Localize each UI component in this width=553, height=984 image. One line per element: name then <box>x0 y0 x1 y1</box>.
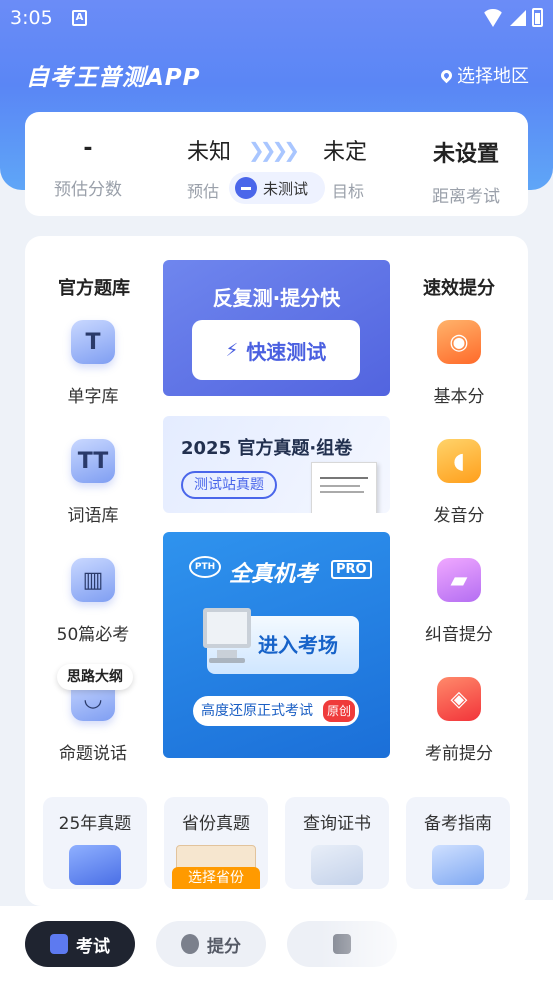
lightning-icon: ⚡ <box>225 339 239 361</box>
estimated-score-label: 预估分数 <box>54 180 122 200</box>
target-status-value: 未定 <box>322 140 367 165</box>
papers-2025-label: 25年真题 <box>58 814 132 834</box>
quick-test-button-label: 快速测试 <box>246 339 327 364</box>
word-bank-label: 词语库 <box>67 506 119 526</box>
double-t-icon: TT <box>71 439 115 483</box>
exam-countdown-value: 未设置 <box>432 142 499 167</box>
exam-guide-label: 备考指南 <box>424 814 492 834</box>
exam-book-image <box>311 462 377 513</box>
select-province-badge[interactable]: 选择省份 <box>172 867 260 889</box>
score-card[interactable]: - 预估分数 未知 ❯❯❯❯ 未定 预估 未测试 目标 未设置 距离考试 <box>25 112 528 216</box>
location-pin-icon <box>438 67 455 83</box>
official-bank-heading: 官方题库 <box>58 278 130 299</box>
tab-exam[interactable]: 考试 <box>25 921 135 967</box>
select-region-button[interactable]: 选择地区 <box>438 62 529 88</box>
exam-guide-card[interactable]: 备考指南 <box>406 797 510 889</box>
certificate-stamp-icon <box>311 845 363 885</box>
app-title: 自考王普测APP <box>26 65 201 91</box>
single-char-bank[interactable]: T 单字库 <box>38 320 148 407</box>
exam-subtitle-pill: 高度还原正式考试 原创 <box>193 696 359 726</box>
basic-score-label: 基本分 <box>433 387 485 407</box>
fifty-passages[interactable]: ▥ 50篇必考 <box>38 558 148 645</box>
pre-exam-score-label: 考前提分 <box>425 744 493 764</box>
pth-logo: PTH <box>189 556 221 578</box>
lips-icon: ◉ <box>437 320 481 364</box>
minus-circle-icon <box>235 177 257 199</box>
exam-tab-icon <box>50 934 68 954</box>
topic-speaking-label: 命题说话 <box>59 744 127 764</box>
status-bar: 3:05 A <box>0 0 553 38</box>
topic-speaking[interactable]: ◡ 命题说话 <box>38 677 148 764</box>
tab-improve[interactable]: 提分 <box>156 921 266 967</box>
official-papers-banner[interactable]: 2025 官方真题·组卷 测试站真题 <box>163 416 390 513</box>
original-tag: 原创 <box>323 700 355 722</box>
correction-score-label: 纠音提分 <box>425 625 493 645</box>
letter-t-icon: T <box>71 320 115 364</box>
official-papers-title: 2025 官方真题·组卷 <box>181 438 353 459</box>
certificate-query-label: 查询证书 <box>303 814 371 834</box>
scroll-fade-overlay <box>320 900 553 984</box>
sound-bubble-icon: ◖ <box>437 439 481 483</box>
untested-label: 未测试 <box>263 179 309 198</box>
status-time: 3:05 <box>10 7 53 29</box>
guide-play-icon <box>432 845 484 885</box>
battery-icon <box>532 8 543 27</box>
estimate-status-value: 未知 <box>186 140 231 165</box>
basic-score[interactable]: ◉ 基本分 <box>404 320 514 407</box>
eraser-icon: ▰ <box>437 558 481 602</box>
pronunciation-score-label: 发音分 <box>433 506 485 526</box>
pre-exam-score[interactable]: ◈ 考前提分 <box>404 677 514 764</box>
target-small-label: 目标 <box>332 182 365 201</box>
book-icon: ▥ <box>71 558 115 602</box>
exam-countdown: 未设置 距离考试 <box>421 136 511 207</box>
province-papers-label: 省份真题 <box>182 814 250 834</box>
computer-monitor-icon <box>203 608 251 648</box>
quick-test-banner-title: 反复测·提分快 <box>212 286 341 310</box>
tag-icon: ◈ <box>437 677 481 721</box>
target-status: 未定 <box>315 134 375 166</box>
quick-test-banner[interactable]: 反复测·提分快 ⚡ 快速测试 <box>163 260 390 396</box>
correction-score[interactable]: ▰ 纠音提分 <box>404 558 514 645</box>
official-papers-tag: 测试站真题 <box>181 471 277 499</box>
estimate-small-label: 预估 <box>187 182 220 201</box>
tab-improve-label: 提分 <box>207 936 241 957</box>
outline-tooltip: 思路大纲 <box>57 664 133 690</box>
exam-subtitle: 高度还原正式考试 <box>201 703 313 719</box>
monitor-base <box>209 658 245 663</box>
certificate-query-card[interactable]: 查询证书 <box>285 797 389 889</box>
pronunciation-score[interactable]: ◖ 发音分 <box>404 439 514 526</box>
status-icons <box>482 8 543 27</box>
estimated-score-value: - <box>83 136 93 161</box>
mock-exam-title: 全真机考 <box>229 562 318 587</box>
province-papers-card[interactable]: 省份真题 选择省份 <box>164 797 268 889</box>
wifi-icon <box>482 8 504 27</box>
pro-badge: PRO <box>331 560 372 579</box>
untested-pill[interactable]: 未测试 <box>229 172 325 204</box>
tab-exam-label: 考试 <box>76 936 110 957</box>
notification-icon: A <box>72 10 87 26</box>
quick-score-heading: 速效提分 <box>423 278 495 299</box>
estimate-status: 未知 <box>179 134 239 166</box>
fifty-passages-label: 50篇必考 <box>56 625 130 645</box>
papers-2025-card[interactable]: 25年真题 <box>43 797 147 889</box>
cellular-signal-icon <box>510 9 526 26</box>
word-bank[interactable]: TT 词语库 <box>38 439 148 526</box>
progress-arrows-icon: ❯❯❯❯ <box>248 138 300 162</box>
clipboard-check-icon <box>69 845 121 885</box>
quick-test-button[interactable]: ⚡ 快速测试 <box>192 320 360 380</box>
play-circle-icon <box>181 934 199 954</box>
mock-exam-banner[interactable]: PTH 全真机考 PRO 进入考场 高度还原正式考试 原创 <box>163 532 390 758</box>
exam-countdown-label: 距离考试 <box>432 187 500 207</box>
estimated-score: - 预估分数 <box>47 136 129 200</box>
select-region-label: 选择地区 <box>457 66 529 87</box>
single-char-bank-label: 单字库 <box>67 387 119 407</box>
